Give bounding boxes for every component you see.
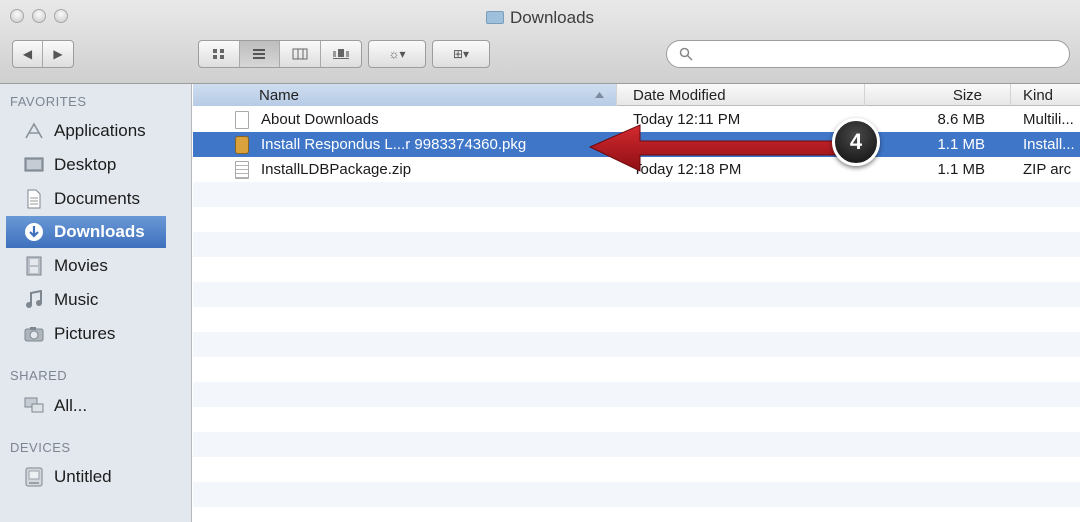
devices-heading: DEVICES xyxy=(10,440,71,455)
file-kind: Multili... xyxy=(1023,111,1074,128)
sidebar: FAVORITES Applications Desktop Documents… xyxy=(0,84,192,522)
sidebar-item-all-shared[interactable]: All... xyxy=(6,390,166,422)
movies-icon xyxy=(24,256,44,276)
sidebar-item-label: Music xyxy=(54,290,99,309)
documents-icon xyxy=(24,189,44,209)
date-column-label: Date Modified xyxy=(633,86,726,104)
network-icon xyxy=(24,396,44,416)
sidebar-item-desktop[interactable]: Desktop xyxy=(6,149,166,181)
empty-row xyxy=(193,232,1080,257)
file-size: 1.1 MB xyxy=(937,161,985,178)
sidebar-item-label: Desktop xyxy=(54,155,117,174)
finder-window: Downloads ◀ ▶ ☼▾ ⊞▾ FAVORITES Applicatio… xyxy=(0,0,1080,522)
sidebar-item-documents[interactable]: Documents xyxy=(6,183,166,215)
action-menu-button[interactable]: ☼▾ xyxy=(368,40,426,68)
kind-column-header[interactable]: Kind xyxy=(1011,84,1080,106)
annotation-arrow xyxy=(588,124,839,172)
empty-row xyxy=(193,482,1080,507)
file-name-cell: About Downloads xyxy=(235,107,615,132)
file-name: Install Respondus L...r 9983374360.pkg xyxy=(261,136,527,153)
file-name-cell: Install Respondus L...r 9983374360.pkg xyxy=(235,132,615,157)
coverflow-view-button[interactable] xyxy=(321,41,361,67)
coverflow-view-icon xyxy=(332,49,349,59)
file-size: 8.6 MB xyxy=(937,111,985,128)
sidebar-item-label: Untitled xyxy=(54,467,112,486)
icon-view-icon xyxy=(212,49,224,59)
arrange-menu-button[interactable]: ⊞▾ xyxy=(432,40,490,68)
name-column-label: Name xyxy=(259,86,300,104)
sidebar-item-downloads[interactable]: Downloads xyxy=(6,216,166,248)
empty-row xyxy=(193,432,1080,457)
forward-arrow-icon: ▶ xyxy=(53,47,63,61)
back-button[interactable]: ◀ xyxy=(13,41,43,67)
gear-icon: ☼▾ xyxy=(388,47,406,61)
search-icon xyxy=(679,47,693,61)
search-field[interactable] xyxy=(666,40,1070,68)
sidebar-item-pictures[interactable]: Pictures xyxy=(6,318,166,350)
sidebar-item-label: Pictures xyxy=(54,324,116,343)
favorites-heading: FAVORITES xyxy=(10,94,87,109)
size-column-header[interactable]: Size xyxy=(865,84,1011,106)
back-arrow-icon: ◀ xyxy=(22,47,33,61)
file-name: InstallLDBPackage.zip xyxy=(261,161,412,178)
disk-icon xyxy=(24,467,44,487)
file-kind: ZIP arc xyxy=(1023,161,1072,178)
step-number: 4 xyxy=(849,129,863,154)
file-name: About Downloads xyxy=(261,111,379,128)
column-header-row: Name Date Modified Size Kind xyxy=(193,84,1080,106)
folder-icon xyxy=(485,11,504,24)
sort-ascending-icon xyxy=(595,92,604,98)
column-view-icon xyxy=(292,48,308,60)
sidebar-item-label: Applications xyxy=(54,121,146,140)
file-name-cell: InstallLDBPackage.zip xyxy=(235,157,615,182)
size-column-label: Size xyxy=(952,86,982,104)
window-title: Downloads xyxy=(0,8,1080,28)
column-view-button[interactable] xyxy=(280,41,321,67)
title-bar: Downloads ◀ ▶ ☼▾ ⊞▾ xyxy=(0,0,1080,84)
empty-row xyxy=(193,182,1080,207)
file-kind: Install... xyxy=(1023,136,1075,153)
applications-icon xyxy=(24,121,44,141)
sidebar-item-label: All... xyxy=(54,396,88,415)
sidebar-item-music[interactable]: Music xyxy=(6,284,166,316)
desktop-icon xyxy=(24,155,44,175)
downloads-icon xyxy=(24,222,44,242)
back-forward-group: ◀ ▶ xyxy=(12,40,74,68)
shared-heading: SHARED xyxy=(10,368,68,383)
name-column-header[interactable]: Name xyxy=(193,84,617,106)
empty-row xyxy=(193,332,1080,357)
pictures-icon xyxy=(24,324,44,344)
sidebar-item-movies[interactable]: Movies xyxy=(6,250,166,282)
list-view-icon xyxy=(253,49,266,59)
empty-row xyxy=(193,382,1080,407)
search-input[interactable] xyxy=(699,46,1059,62)
sidebar-item-label: Movies xyxy=(54,256,108,275)
package-icon xyxy=(235,135,249,154)
kind-column-label: Kind xyxy=(1023,86,1054,104)
empty-row xyxy=(193,282,1080,307)
sidebar-item-untitled[interactable]: Untitled xyxy=(6,461,166,493)
list-view-button[interactable] xyxy=(239,41,280,67)
icon-view-button[interactable] xyxy=(199,41,240,67)
view-mode-group xyxy=(198,40,362,68)
document-icon xyxy=(235,110,249,129)
zip-archive-icon xyxy=(235,160,249,179)
file-size: 1.1 MB xyxy=(937,136,985,153)
music-icon xyxy=(24,290,44,310)
sidebar-item-label: Downloads xyxy=(54,222,145,241)
window-title-text: Downloads xyxy=(509,8,595,27)
sidebar-item-label: Documents xyxy=(54,189,140,208)
date-column-header[interactable]: Date Modified xyxy=(617,84,865,106)
forward-button[interactable]: ▶ xyxy=(43,41,73,67)
arrange-icon: ⊞▾ xyxy=(452,47,470,61)
step-badge: 4 xyxy=(832,118,880,166)
sidebar-item-applications[interactable]: Applications xyxy=(6,115,166,147)
